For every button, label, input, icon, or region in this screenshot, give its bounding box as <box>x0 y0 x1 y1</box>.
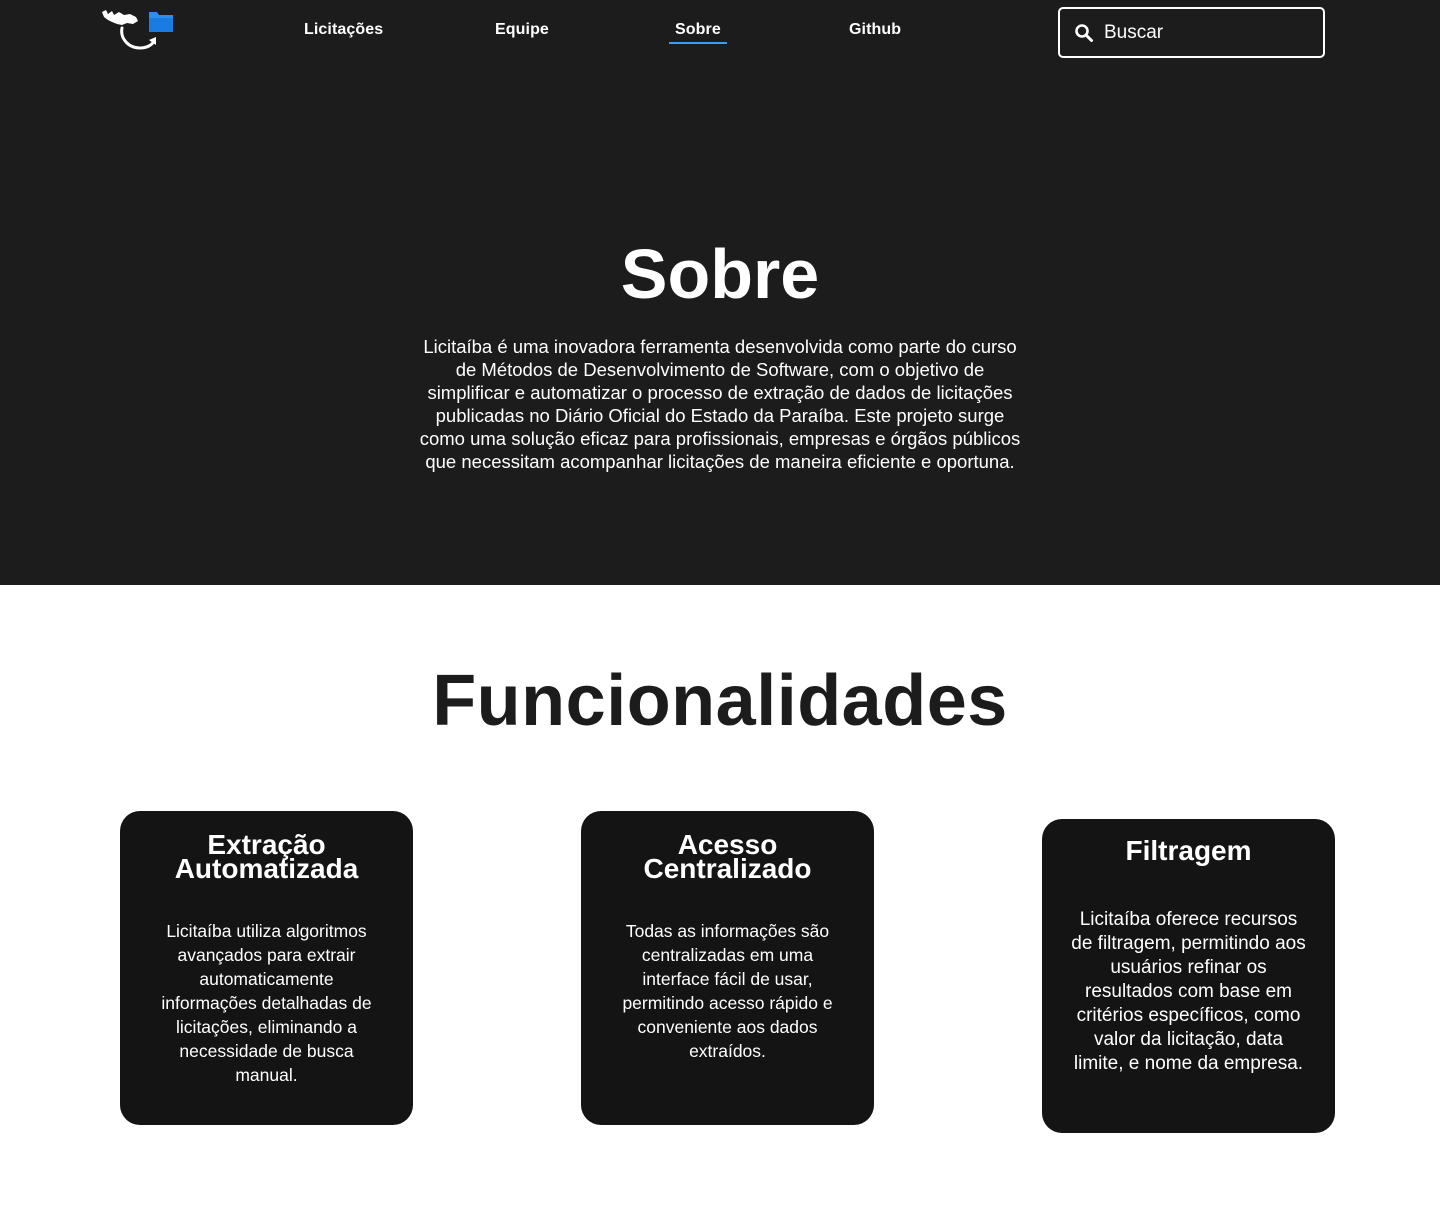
feature-card-text: Licitaíba oferece recursos de filtragem,… <box>1071 909 1306 1074</box>
search-box[interactable] <box>1058 7 1325 58</box>
logo[interactable] <box>100 6 180 58</box>
about-title: Sobre <box>620 235 820 313</box>
feature-card: Acesso Centralizado Todas as informações… <box>581 811 874 1125</box>
search-input[interactable] <box>1104 19 1304 47</box>
feature-card-text: Todas as informações são centralizadas e… <box>622 921 833 1061</box>
about-text: Licitaíba é uma inovadora ferramenta des… <box>419 336 1021 472</box>
nav-sobre[interactable]: Sobre <box>669 21 727 44</box>
hero-section: Licitações Equipe Sobre Github Sobre Lic… <box>0 0 1440 585</box>
nav-equipe[interactable]: Equipe <box>495 21 549 39</box>
logo-icon <box>102 10 173 50</box>
nav-github[interactable]: Github <box>849 21 901 39</box>
feature-card: Extração Automatizada Licitaíba utiliza … <box>120 811 413 1125</box>
search-icon <box>1075 24 1093 42</box>
feature-card-text: Licitaíba utiliza algoritmos avançados p… <box>161 921 372 1085</box>
feature-card-title: Filtragem <box>1125 835 1252 866</box>
feature-card-title: Extração Automatizada <box>174 829 359 884</box>
feature-card: Filtragem Licitaíba oferece recursos de … <box>1042 819 1335 1133</box>
feature-card-title: Acesso Centralizado <box>643 829 812 884</box>
nav-licitacoes[interactable]: Licitações <box>304 21 383 39</box>
features-title: Funcionalidades <box>432 661 1008 741</box>
